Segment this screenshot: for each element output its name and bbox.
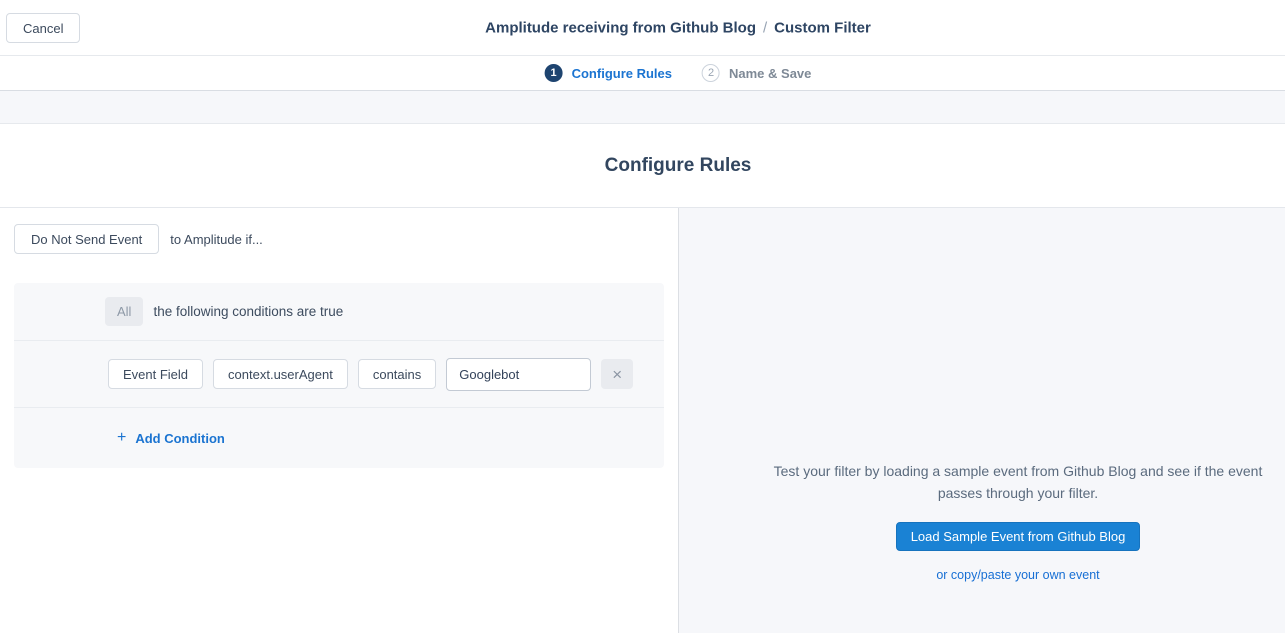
condition-value-input[interactable] xyxy=(446,358,591,391)
sub-header-band xyxy=(0,91,1285,124)
breadcrumb-separator: / xyxy=(756,19,774,36)
step-indicator: 1 Configure Rules 2 Name & Save xyxy=(0,56,1285,91)
breadcrumb: Amplitude receiving from Github Blog/Cus… xyxy=(485,19,871,36)
paste-own-event-link[interactable]: or copy/paste your own event xyxy=(753,568,1283,582)
main-content: Do Not Send Event to Amplitude if... All… xyxy=(0,208,1285,633)
condition-type-dropdown[interactable]: Event Field xyxy=(108,359,203,389)
breadcrumb-connection-name: Amplitude receiving from Github Blog xyxy=(485,19,756,36)
load-sample-event-button[interactable]: Load Sample Event from Github Blog xyxy=(896,522,1141,551)
step-2-label: Name & Save xyxy=(729,66,811,81)
breadcrumb-page-name: Custom Filter xyxy=(774,19,871,36)
add-condition-label: Add Condition xyxy=(135,431,225,446)
step-configure-rules[interactable]: 1 Configure Rules xyxy=(545,64,672,82)
cancel-button[interactable]: Cancel xyxy=(6,13,80,43)
remove-condition-button[interactable]: × xyxy=(601,359,633,389)
step-1-label: Configure Rules xyxy=(572,66,672,81)
title-section: Configure Rules xyxy=(0,124,1285,208)
step-2-number-badge: 2 xyxy=(702,64,720,82)
condition-row: Event Field context.userAgent contains × xyxy=(14,341,664,408)
test-filter-panel: Test your filter by loading a sample eve… xyxy=(679,208,1285,633)
step-1-number-badge: 1 xyxy=(545,64,563,82)
condition-group: All the following conditions are true Ev… xyxy=(14,283,664,468)
filter-action-suffix: to Amplitude if... xyxy=(170,232,263,247)
filter-action-dropdown[interactable]: Do Not Send Event xyxy=(14,224,159,254)
filter-action-row: Do Not Send Event to Amplitude if... xyxy=(14,224,664,254)
plus-icon: + xyxy=(117,430,126,446)
condition-group-header: All the following conditions are true xyxy=(14,283,664,341)
condition-operator-dropdown[interactable]: contains xyxy=(358,359,436,389)
step-name-and-save[interactable]: 2 Name & Save xyxy=(702,64,811,82)
group-operator-dropdown[interactable]: All xyxy=(105,297,143,326)
page-title: Configure Rules xyxy=(605,155,752,177)
add-condition-row: + Add Condition xyxy=(14,408,664,468)
rule-builder-panel: Do Not Send Event to Amplitude if... All… xyxy=(0,208,679,633)
group-operator-suffix: the following conditions are true xyxy=(153,304,343,319)
close-icon: × xyxy=(612,365,622,384)
test-filter-description: Test your filter by loading a sample eve… xyxy=(753,460,1283,504)
test-filter-content: Test your filter by loading a sample eve… xyxy=(753,460,1283,582)
condition-field-dropdown[interactable]: context.userAgent xyxy=(213,359,348,389)
add-condition-button[interactable]: + Add Condition xyxy=(117,430,225,446)
top-bar: Cancel Amplitude receiving from Github B… xyxy=(0,0,1285,56)
